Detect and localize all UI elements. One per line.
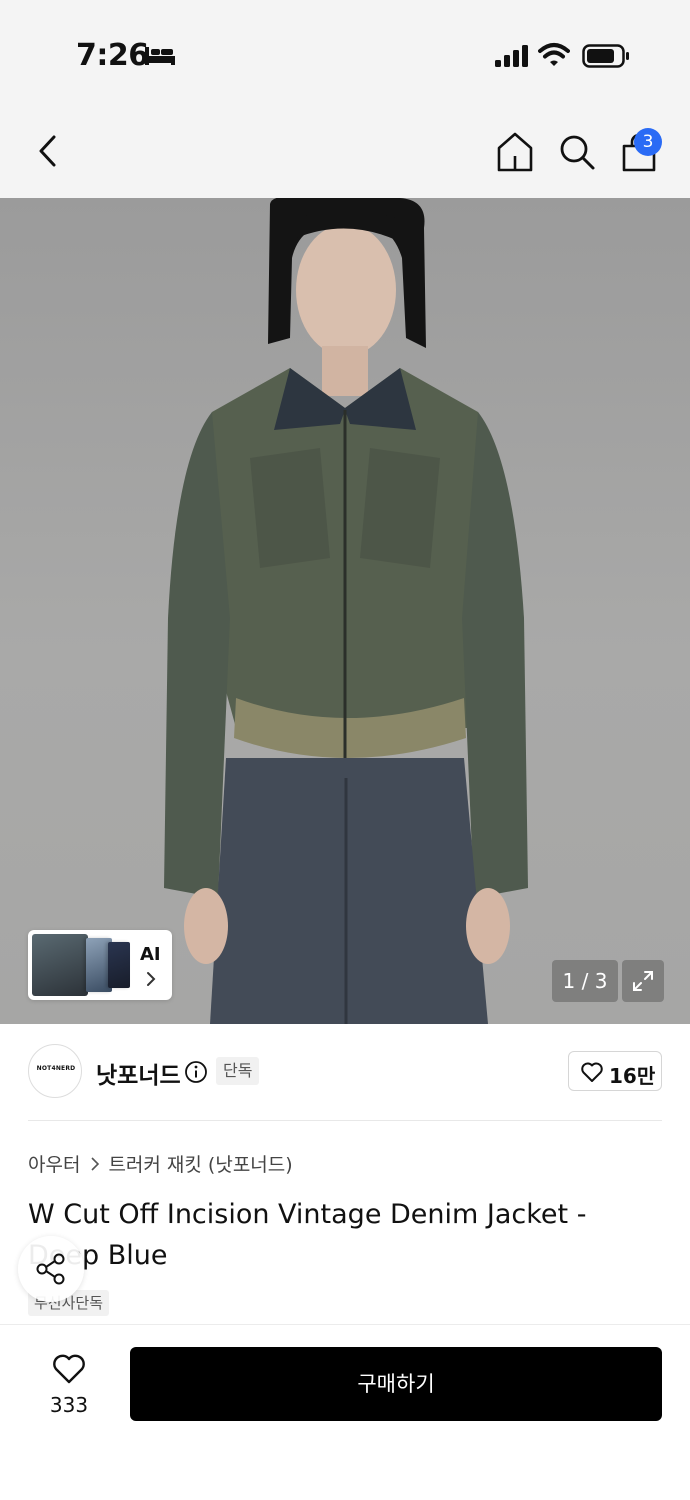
ai-thumb-image <box>108 942 130 988</box>
expand-button[interactable] <box>622 960 664 1002</box>
share-icon <box>36 1253 65 1285</box>
exclusive-badge: 단독 <box>216 1057 260 1085</box>
status-time: 7:26 <box>76 38 149 73</box>
breadcrumb: 아우터 트러커 재킷 (낫포너드) <box>28 1150 293 1177</box>
ai-recommend-card[interactable]: AI <box>28 930 172 1000</box>
cart-badge: 3 <box>634 128 662 156</box>
brand-like-count: 16만 <box>609 1064 656 1088</box>
bottom-action-bar: 333 구매하기 <box>0 1324 690 1500</box>
divider <box>28 1120 662 1121</box>
brand-name[interactable]: 낫포너드 <box>96 1056 181 1090</box>
nav-bar <box>0 100 690 198</box>
wish-count: 333 <box>49 1393 89 1417</box>
brand-logo-text: NOT4NERD <box>36 1065 76 1072</box>
product-image[interactable] <box>0 198 690 1024</box>
model-photo <box>164 198 528 1024</box>
ai-label: AI <box>140 944 161 965</box>
wifi-icon <box>538 43 570 66</box>
back-icon[interactable] <box>28 128 68 174</box>
home-icon[interactable] <box>494 130 536 174</box>
chevron-right-icon <box>91 1157 100 1171</box>
chevron-right-icon <box>147 972 156 986</box>
expand-icon <box>633 971 653 991</box>
buy-button[interactable]: 구매하기 <box>130 1347 662 1421</box>
brand-logo[interactable]: NOT4NERD <box>28 1044 82 1098</box>
breadcrumb-item-category[interactable]: 아우터 <box>28 1154 80 1176</box>
battery-icon <box>582 44 629 68</box>
wish-button[interactable]: 333 <box>36 1349 102 1429</box>
heart-icon <box>53 1354 85 1384</box>
image-counter: 1 / 3 <box>552 960 618 1002</box>
status-bar: 7:26 <box>0 0 690 100</box>
info-icon[interactable] <box>184 1060 208 1084</box>
ai-thumb-image <box>32 934 88 996</box>
share-button[interactable] <box>18 1236 84 1302</box>
brand-like-button[interactable]: 16만 <box>568 1051 662 1091</box>
signal-icon <box>495 45 528 67</box>
heart-icon <box>581 1062 603 1082</box>
product-title: W Cut Off Incision Vintage Denim Jacket … <box>28 1199 587 1271</box>
search-icon[interactable] <box>556 130 598 174</box>
sleep-icon <box>145 47 175 65</box>
breadcrumb-item-subcategory[interactable]: 트러커 재킷 (낫포너드) <box>108 1154 292 1176</box>
